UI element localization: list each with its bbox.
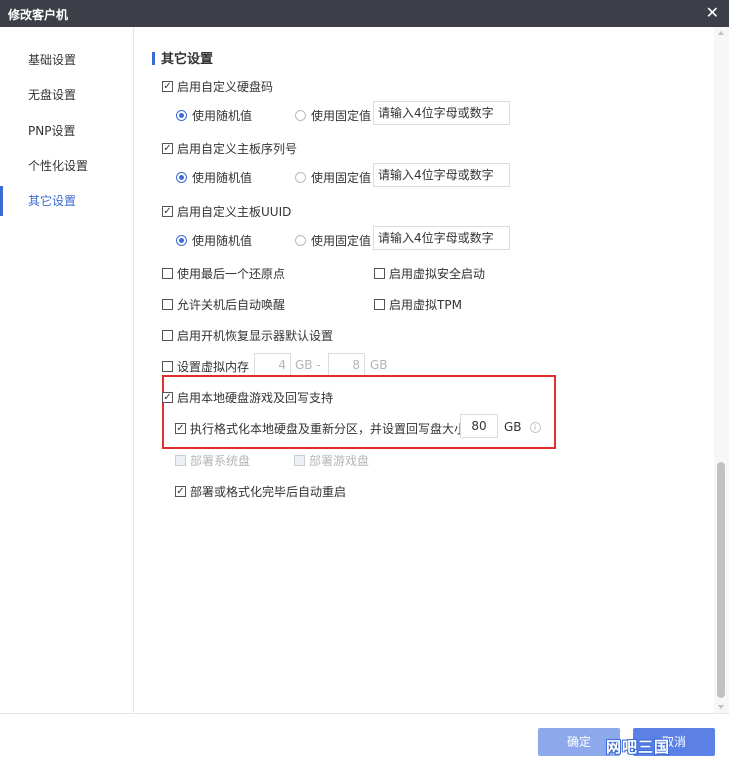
local-disk-option[interactable]: 启用本地硬盘游戏及回写支持	[162, 389, 333, 406]
secure-boot-checkbox[interactable]	[374, 268, 385, 279]
scrollbar-thumb[interactable]	[717, 462, 725, 698]
tpm-label: 启用虚拟TPM	[389, 298, 462, 312]
radio-label: 使用固定值	[311, 234, 372, 248]
board-uuid-random-radio[interactable]: 使用随机值	[176, 232, 252, 249]
virtual-memory-min-input[interactable]: 4	[254, 353, 291, 377]
radio-dot[interactable]	[176, 172, 187, 183]
deploy-system-checkbox[interactable]	[175, 455, 186, 466]
wake-checkbox[interactable]	[162, 299, 173, 310]
hdd-code-checkbox[interactable]	[162, 81, 173, 92]
restore-display-checkbox[interactable]	[162, 330, 173, 341]
restore-display-option[interactable]: 启用开机恢复显示器默认设置	[162, 327, 333, 344]
tpm-checkbox[interactable]	[374, 299, 385, 310]
sidebar-item-basic[interactable]: 基础设置	[0, 45, 133, 75]
format-disk-option[interactable]: 执行格式化本地硬盘及重新分区，并设置回写盘大小	[175, 420, 466, 437]
watermark-logo: 网吧三国	[606, 738, 671, 756]
local-disk-checkbox[interactable]	[162, 392, 173, 403]
writeback-size-input[interactable]: 80	[460, 414, 498, 438]
board-uuid-fixed-radio[interactable]: 使用固定值	[295, 232, 371, 249]
last-restore-checkbox[interactable]	[162, 268, 173, 279]
board-serial-fixed-radio[interactable]: 使用固定值	[295, 169, 371, 186]
radio-dot[interactable]	[176, 110, 187, 121]
hdd-code-input[interactable]: 请输入4位字母或数字	[373, 101, 510, 125]
auto-restart-label: 部署或格式化完毕后自动重启	[190, 485, 347, 499]
last-restore-label: 使用最后一个还原点	[177, 267, 286, 281]
local-disk-label: 启用本地硬盘游戏及回写支持	[177, 391, 334, 405]
deploy-game-checkbox[interactable]	[294, 455, 305, 466]
virtual-memory-unit2: GB	[370, 358, 388, 372]
board-uuid-label: 启用自定义主板UUID	[177, 205, 292, 219]
section-accent-bar	[152, 52, 155, 65]
sidebar: 基础设置 无盘设置 PNP设置 个性化设置 其它设置	[0, 27, 134, 713]
vertical-scrollbar[interactable]	[714, 27, 729, 713]
virtual-memory-unit1: GB -	[295, 358, 321, 372]
hdd-code-fixed-radio[interactable]: 使用固定值	[295, 107, 371, 124]
deploy-system-label: 部署系统盘	[190, 454, 251, 468]
last-restore-option[interactable]: 使用最后一个还原点	[162, 265, 285, 282]
board-serial-checkbox[interactable]	[162, 143, 173, 154]
wake-option[interactable]: 允许关机后自动唤醒	[162, 296, 285, 313]
window-title: 修改客户机	[8, 8, 69, 22]
writeback-size-unit-group: GB i	[504, 420, 541, 434]
title-bar: 修改客户机 ✕	[0, 0, 729, 27]
auto-restart-option[interactable]: 部署或格式化完毕后自动重启	[175, 483, 346, 500]
section-title: 其它设置	[152, 48, 213, 67]
virtual-memory-max-input[interactable]: 8	[328, 353, 365, 377]
radio-label: 使用固定值	[311, 171, 372, 185]
hdd-code-random-radio[interactable]: 使用随机值	[176, 107, 252, 124]
scroll-down-icon[interactable]	[718, 705, 724, 709]
hdd-code-label: 启用自定义硬盘码	[177, 80, 274, 94]
settings-panel: 其它设置 启用自定义硬盘码 使用随机值 使用固定值 请输入4位字母或数字 启用自…	[134, 27, 714, 713]
secure-boot-option[interactable]: 启用虚拟安全启动	[374, 265, 485, 282]
restore-display-label: 启用开机恢复显示器默认设置	[177, 329, 334, 343]
radio-dot[interactable]	[295, 172, 306, 183]
format-disk-label: 执行格式化本地硬盘及重新分区，并设置回写盘大小	[190, 422, 467, 436]
radio-dot[interactable]	[295, 110, 306, 121]
hdd-code-option[interactable]: 启用自定义硬盘码	[162, 78, 273, 95]
board-serial-input[interactable]: 请输入4位字母或数字	[373, 163, 510, 187]
info-icon[interactable]: i	[529, 421, 541, 433]
virtual-memory-option[interactable]: 设置虚拟内存	[162, 358, 249, 375]
wake-label: 允许关机后自动唤醒	[177, 298, 286, 312]
radio-dot[interactable]	[176, 235, 187, 246]
scroll-up-icon[interactable]	[718, 31, 724, 35]
deploy-game-label: 部署游戏盘	[309, 454, 370, 468]
auto-restart-checkbox[interactable]	[175, 486, 186, 497]
radio-label: 使用随机值	[192, 171, 253, 185]
virtual-memory-checkbox[interactable]	[162, 361, 173, 372]
board-serial-random-radio[interactable]: 使用随机值	[176, 169, 252, 186]
sidebar-item-diskless[interactable]: 无盘设置	[0, 80, 133, 110]
board-uuid-checkbox[interactable]	[162, 206, 173, 217]
sidebar-item-personalize[interactable]: 个性化设置	[0, 151, 133, 181]
deploy-system-option[interactable]: 部署系统盘	[175, 452, 250, 469]
radio-label: 使用随机值	[192, 234, 253, 248]
radio-label: 使用随机值	[192, 109, 253, 123]
deploy-game-option[interactable]: 部署游戏盘	[294, 452, 369, 469]
radio-label: 使用固定值	[311, 109, 372, 123]
secure-boot-label: 启用虚拟安全启动	[389, 267, 486, 281]
writeback-size-unit: GB	[504, 420, 522, 434]
virtual-memory-label: 设置虚拟内存	[177, 360, 250, 374]
board-uuid-option[interactable]: 启用自定义主板UUID	[162, 203, 291, 220]
sidebar-item-pnp[interactable]: PNP设置	[0, 116, 133, 146]
section-title-text: 其它设置	[161, 52, 214, 67]
board-serial-label: 启用自定义主板序列号	[177, 142, 298, 156]
format-disk-checkbox[interactable]	[175, 423, 186, 434]
close-icon[interactable]: ✕	[706, 3, 719, 22]
radio-dot[interactable]	[295, 235, 306, 246]
sidebar-item-other[interactable]: 其它设置	[0, 186, 133, 216]
tpm-option[interactable]: 启用虚拟TPM	[374, 296, 462, 313]
board-serial-option[interactable]: 启用自定义主板序列号	[162, 140, 297, 157]
board-uuid-input[interactable]: 请输入4位字母或数字	[373, 226, 510, 250]
